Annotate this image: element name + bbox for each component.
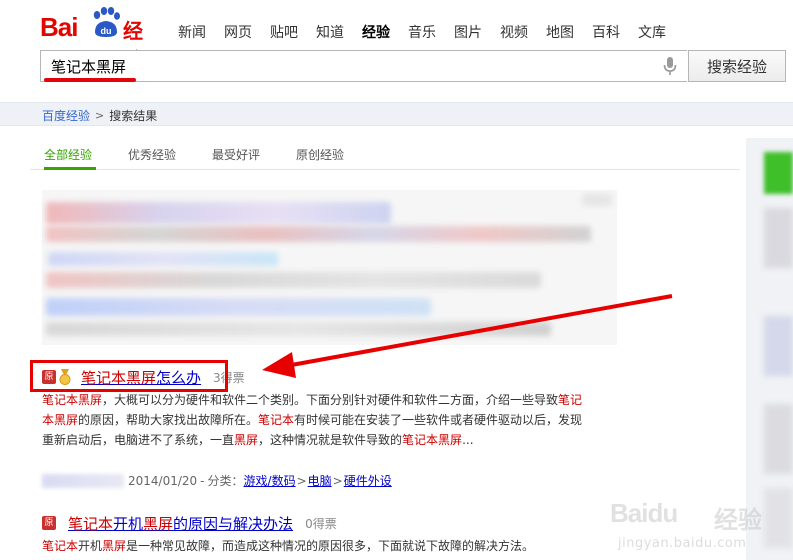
logo-du-text: du bbox=[101, 26, 112, 36]
header: Bai du 经验 新闻网页贴吧知道经验音乐图片视频地图百科文库 搜索经验 bbox=[0, 0, 793, 92]
keyword-highlight: 黑屏 bbox=[102, 539, 127, 553]
blur-line bbox=[46, 226, 591, 242]
tab-excellent[interactable]: 优秀经验 bbox=[128, 146, 176, 163]
blur-line bbox=[46, 298, 431, 316]
highlight-box bbox=[30, 360, 228, 392]
nav-item-9[interactable]: 百科 bbox=[592, 22, 620, 42]
logo-bai-text: Bai bbox=[40, 12, 78, 42]
abstract-text: 开机 bbox=[78, 539, 103, 553]
blurred-content bbox=[42, 190, 617, 345]
result-title-row: 原 笔记本开机黑屏的原因与解决办法 0得票 bbox=[42, 512, 337, 534]
abstract-text: ，大概可以分为硬件和软件二个类别。下面分别针对硬件和软件二方面，介绍一些导致 bbox=[102, 393, 559, 407]
nav-item-7[interactable]: 视频 bbox=[500, 22, 528, 42]
abstract-text: ... bbox=[462, 433, 474, 447]
tab-all[interactable]: 全部经验 bbox=[44, 146, 92, 163]
result-abstract: 笔记本开机黑屏是一种常见故障，而造成这种情况的原因很多，下面就说下故障的解决方法… bbox=[42, 536, 587, 556]
breadcrumb-separator: > bbox=[95, 109, 105, 122]
result-abstract: 笔记本黑屏，大概可以分为硬件和软件二个类别。下面分别针对硬件和软件二方面，介绍一… bbox=[42, 390, 587, 450]
nav-item-4[interactable]: 经验 bbox=[362, 22, 390, 42]
baidu-watermark: Baidu 经验 jingyan.baidu.com bbox=[610, 498, 793, 560]
blur-line bbox=[48, 252, 278, 266]
nav-item-2[interactable]: 贴吧 bbox=[270, 22, 298, 42]
blur-line bbox=[46, 272, 541, 288]
sidebar-blur-block bbox=[764, 316, 793, 376]
nav-item-1[interactable]: 网页 bbox=[224, 22, 252, 42]
microphone-icon[interactable] bbox=[662, 56, 678, 76]
breadcrumb-bar: 百度经验 > 搜索结果 bbox=[0, 102, 793, 126]
abstract-text: 开机 bbox=[113, 514, 144, 533]
keyword-highlight: 笔记本黑屏 bbox=[42, 393, 103, 407]
abstract-text: 的原因，帮助大家找出故障所在。 bbox=[78, 413, 259, 427]
search-button[interactable]: 搜索经验 bbox=[688, 50, 786, 82]
active-tab-indicator bbox=[44, 167, 96, 170]
original-badge: 原 bbox=[42, 516, 56, 530]
breadcrumb-current: 搜索结果 bbox=[109, 109, 158, 123]
category-label: 分类： bbox=[207, 474, 244, 488]
tab-original[interactable]: 原创经验 bbox=[296, 146, 344, 163]
nav-item-0[interactable]: 新闻 bbox=[178, 22, 206, 42]
result-tabs: 全部经验 优秀经验 最受好评 原创经验 bbox=[30, 138, 740, 170]
nav-item-8[interactable]: 地图 bbox=[546, 22, 574, 42]
result-date: 2014/01/20 bbox=[128, 473, 198, 488]
category-link-games-digital[interactable]: 游戏/数码 bbox=[244, 472, 296, 489]
breadcrumb-home-link[interactable]: 百度经验 bbox=[42, 107, 90, 124]
breadcrumb: 百度经验 > 搜索结果 bbox=[42, 107, 157, 124]
nav-item-5[interactable]: 音乐 bbox=[408, 22, 436, 42]
abstract-text: 是一种常见故障，而造成这种情况的原因很多，下面就说下故障的解决方法。 bbox=[126, 539, 535, 553]
search-term-underline bbox=[44, 78, 136, 82]
watermark-jingyan: 经验 bbox=[714, 506, 762, 534]
top-nav: 新闻 网页 贴吧 知道 经验 音乐 图片 视频 地图 百科 文库 bbox=[178, 22, 684, 42]
abstract-text: ，这种情况就是软件导致的 bbox=[258, 433, 403, 447]
blur-line bbox=[46, 322, 551, 336]
keyword-highlight: 黑屏 bbox=[234, 433, 259, 447]
result-title-link[interactable]: 笔记本开机黑屏的原因与解决办法 bbox=[68, 513, 293, 534]
paw-icon: du bbox=[93, 7, 120, 37]
sidebar-blur-block bbox=[764, 404, 793, 474]
nav-item-10[interactable]: 文库 bbox=[638, 22, 666, 42]
search-box bbox=[40, 50, 687, 82]
abstract-text: 的原因与解决办法 bbox=[173, 514, 294, 533]
nav-item-3[interactable]: 知道 bbox=[316, 22, 344, 42]
right-sidebar bbox=[746, 138, 793, 560]
keyword-highlight: 笔记本 bbox=[258, 413, 295, 427]
nav-item-6[interactable]: 图片 bbox=[454, 22, 482, 42]
result-meta: 2014/01/20 - 分类： 游戏/数码 > 电脑 > 硬件外设 bbox=[42, 472, 392, 489]
search-result-2: 原 笔记本开机黑屏的原因与解决办法 0得票 笔记本开机黑屏是一种常见故障，而造成… bbox=[42, 512, 602, 560]
keyword-highlight: 黑屏 bbox=[143, 514, 174, 533]
tab-most-liked[interactable]: 最受好评 bbox=[212, 146, 260, 163]
search-input[interactable] bbox=[51, 55, 651, 77]
watermark-url: jingyan.baidu.com bbox=[618, 536, 747, 551]
sidebar-blur-block bbox=[764, 208, 793, 268]
vote-count: 0得票 bbox=[305, 516, 337, 531]
blurred-author bbox=[42, 473, 124, 488]
keyword-highlight: 笔记本 bbox=[42, 539, 79, 553]
watermark-logo: Baidu bbox=[610, 498, 678, 528]
baidu-jingyan-logo[interactable]: Bai du 经验 bbox=[40, 6, 162, 72]
category-link-computer[interactable]: 电脑 bbox=[308, 472, 332, 489]
category-link-hardware[interactable]: 硬件外设 bbox=[344, 472, 392, 489]
blur-line bbox=[582, 194, 612, 206]
blur-line bbox=[46, 202, 391, 224]
keyword-highlight: 笔记本黑屏 bbox=[402, 433, 463, 447]
sidebar-green-block bbox=[764, 152, 793, 194]
keyword-highlight: 笔记本 bbox=[68, 514, 114, 533]
